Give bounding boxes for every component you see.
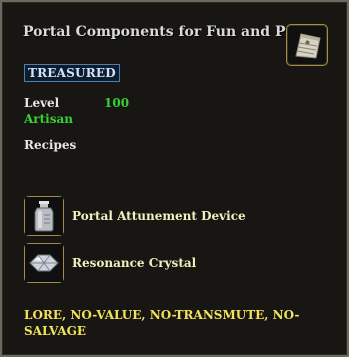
recipe-resonance-crystal[interactable]: Resonance Crystal [72, 256, 196, 270]
level-label: Level [24, 96, 60, 110]
item-flags: LORE, NO-VALUE, NO-TRANSMUTE, NO-SALVAGE [24, 308, 300, 338]
level-value: 100 [104, 96, 130, 110]
artisan-label: Artisan [24, 112, 73, 126]
recipes-label: Recipes [24, 138, 77, 152]
treasured-badge: TREASURED [24, 64, 120, 82]
crystal-gem-icon [24, 243, 64, 283]
silver-flask-icon [24, 196, 64, 236]
parchment-scroll-icon [286, 24, 328, 66]
item-title: Portal Components for Fun and Profit [23, 24, 319, 40]
item-tooltip: Portal Components for Fun and Profit TRE… [0, 0, 349, 357]
recipe-portal-attunement-device[interactable]: Portal Attunement Device [72, 209, 246, 223]
